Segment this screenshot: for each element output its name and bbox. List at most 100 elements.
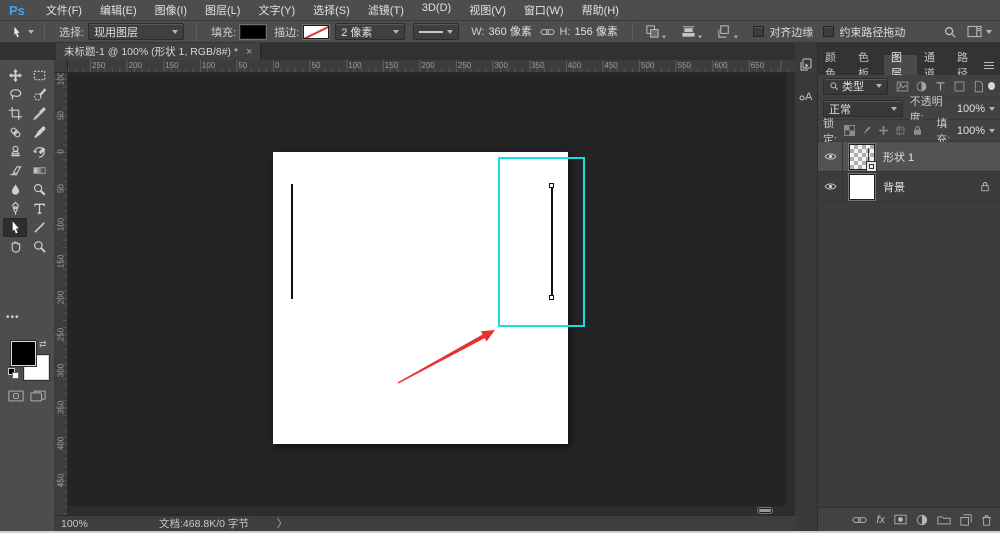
crop-tool-button[interactable] xyxy=(3,104,27,123)
add-mask-icon[interactable] xyxy=(894,514,907,525)
lock-all-icon[interactable] xyxy=(912,125,923,136)
stroke-width-dropdown[interactable]: 2 像素 xyxy=(335,23,406,40)
fill-opacity-value[interactable]: 100% xyxy=(957,125,985,137)
align-edges-checkbox[interactable] xyxy=(753,26,765,37)
default-colors-icon[interactable] xyxy=(8,368,20,380)
screen-mode-icon[interactable] xyxy=(30,390,46,402)
workspace-switcher-icon[interactable] xyxy=(967,25,982,38)
shape-width-field[interactable]: 360 像素 xyxy=(488,23,538,40)
stroke-type-dropdown[interactable] xyxy=(413,23,460,40)
shape-height-field[interactable]: 156 像素 xyxy=(574,23,624,40)
chevron-down-icon[interactable] xyxy=(989,106,995,111)
new-layer-icon[interactable] xyxy=(960,513,972,526)
rectangular-marquee-tool-button[interactable] xyxy=(27,66,51,85)
horizontal-scrollbar[interactable] xyxy=(68,506,795,515)
new-group-icon[interactable] xyxy=(937,514,951,525)
fill-color-swatch[interactable] xyxy=(240,24,267,39)
blur-tool-button[interactable] xyxy=(3,180,27,199)
spot-healing-brush-tool-button[interactable] xyxy=(3,123,27,142)
canvas-area[interactable]: 250 200 150 100 50 0 50 100 150 200 250 300 350 400 45… xyxy=(55,60,795,515)
swap-colors-icon[interactable]: ⇄ xyxy=(39,339,47,350)
lock-transparent-icon[interactable] xyxy=(844,125,856,136)
menu-item[interactable]: 窗口(W) xyxy=(515,2,573,18)
eyedropper-tool-button[interactable] xyxy=(27,104,51,123)
dodge-tool-button[interactable] xyxy=(27,180,51,199)
layer-name[interactable]: 背景 xyxy=(883,179,905,195)
pen-tool-button[interactable] xyxy=(3,199,27,218)
brush-tool-button[interactable] xyxy=(27,123,51,142)
type-tool-button[interactable] xyxy=(27,199,51,218)
chevron-down-icon[interactable] xyxy=(988,128,995,133)
lock-pixels-icon[interactable] xyxy=(861,125,872,136)
current-tool-icon[interactable] xyxy=(10,25,24,39)
panel-menu-icon[interactable] xyxy=(983,61,995,70)
lasso-tool-button[interactable] xyxy=(3,85,27,104)
select-mode-dropdown[interactable]: 现用图层 xyxy=(88,23,185,40)
tab-swatches[interactable]: 色板 xyxy=(851,52,884,80)
filter-shape-layers-icon[interactable] xyxy=(953,80,966,93)
menu-item[interactable]: 滤镜(T) xyxy=(359,2,413,18)
layer-style-icon[interactable]: fx xyxy=(876,514,885,526)
history-brush-tool-button[interactable] xyxy=(27,142,51,161)
eraser-tool-button[interactable] xyxy=(3,161,27,180)
gradient-tool-button[interactable] xyxy=(27,161,51,180)
history-panel-icon[interactable] xyxy=(798,57,814,73)
foreground-color-swatch[interactable] xyxy=(11,341,36,366)
quick-mask-icon[interactable] xyxy=(8,390,24,402)
opacity-value[interactable]: 100% xyxy=(957,103,985,115)
edit-toolbar-button[interactable]: ••• xyxy=(6,312,20,323)
filter-pixel-layers-icon[interactable] xyxy=(896,80,909,93)
layer-thumbnail[interactable] xyxy=(848,172,876,201)
hand-tool-button[interactable] xyxy=(3,237,27,256)
menu-item[interactable]: 选择(S) xyxy=(304,2,359,18)
path-selection-tool-button[interactable] xyxy=(3,218,27,237)
filter-toggle-icon[interactable] xyxy=(987,82,995,90)
clone-stamp-tool-button[interactable] xyxy=(3,142,27,161)
character-panel-icon[interactable]: A xyxy=(798,87,814,103)
tool-preset-caret[interactable] xyxy=(28,29,34,34)
constrain-path-drag-checkbox[interactable] xyxy=(823,26,835,37)
layer-row-background[interactable]: 背景 xyxy=(818,172,1000,202)
menu-item[interactable]: 图层(L) xyxy=(196,2,249,18)
path-operations-button[interactable] xyxy=(641,22,671,41)
lock-artboard-icon[interactable] xyxy=(895,125,906,136)
menu-item[interactable]: 图像(I) xyxy=(146,2,196,18)
filter-type-layers-icon[interactable] xyxy=(934,80,947,93)
tab-paths[interactable]: 路径 xyxy=(950,52,983,80)
menu-item[interactable]: 3D(D) xyxy=(413,2,460,18)
filter-adjustment-layers-icon[interactable] xyxy=(915,80,928,93)
move-tool-button[interactable] xyxy=(3,66,27,85)
path-arrangement-button[interactable] xyxy=(713,22,743,41)
vertical-scrollbar[interactable] xyxy=(786,73,795,506)
quick-selection-tool-button[interactable] xyxy=(27,85,51,104)
layer-name[interactable]: 形状 1 xyxy=(883,149,914,165)
layer-thumbnail[interactable] xyxy=(848,142,877,172)
path-alignment-button[interactable] xyxy=(677,22,707,41)
menu-item[interactable]: 编辑(E) xyxy=(91,2,146,18)
close-tab-icon[interactable]: × xyxy=(246,46,252,58)
tab-layers[interactable]: 图层 xyxy=(884,52,917,80)
search-icon[interactable] xyxy=(943,25,957,39)
line-tool-button[interactable] xyxy=(27,218,51,237)
visibility-toggle[interactable] xyxy=(818,142,843,171)
tab-color[interactable]: 颜色 xyxy=(818,52,851,80)
menu-item[interactable]: 文件(F) xyxy=(37,2,91,18)
link-dimensions-icon[interactable] xyxy=(540,26,555,38)
document-tab[interactable]: 未标题-1 @ 100% (形状 1, RGB/8#) * × xyxy=(56,43,262,60)
menu-item[interactable]: 视图(V) xyxy=(460,2,515,18)
scrollbar-thumb[interactable] xyxy=(757,507,773,514)
menu-item[interactable]: 帮助(H) xyxy=(573,2,628,18)
visibility-toggle[interactable] xyxy=(818,172,843,201)
layer-row-shape1[interactable]: 形状 1 xyxy=(818,142,1000,172)
lock-position-icon[interactable] xyxy=(878,125,889,136)
adjustment-layer-icon[interactable] xyxy=(916,514,928,526)
tab-channels[interactable]: 通道 xyxy=(917,52,950,80)
filter-type-dropdown[interactable]: 类型 xyxy=(823,77,888,95)
link-layers-icon[interactable] xyxy=(852,515,867,525)
filter-smart-objects-icon[interactable] xyxy=(972,80,985,93)
stroke-color-swatch[interactable] xyxy=(303,24,330,39)
zoom-level-field[interactable]: 100% xyxy=(61,518,107,530)
zoom-tool-button[interactable] xyxy=(27,237,51,256)
chevron-down-icon[interactable] xyxy=(986,29,992,34)
status-options-arrow[interactable]: 〉 xyxy=(277,516,288,531)
